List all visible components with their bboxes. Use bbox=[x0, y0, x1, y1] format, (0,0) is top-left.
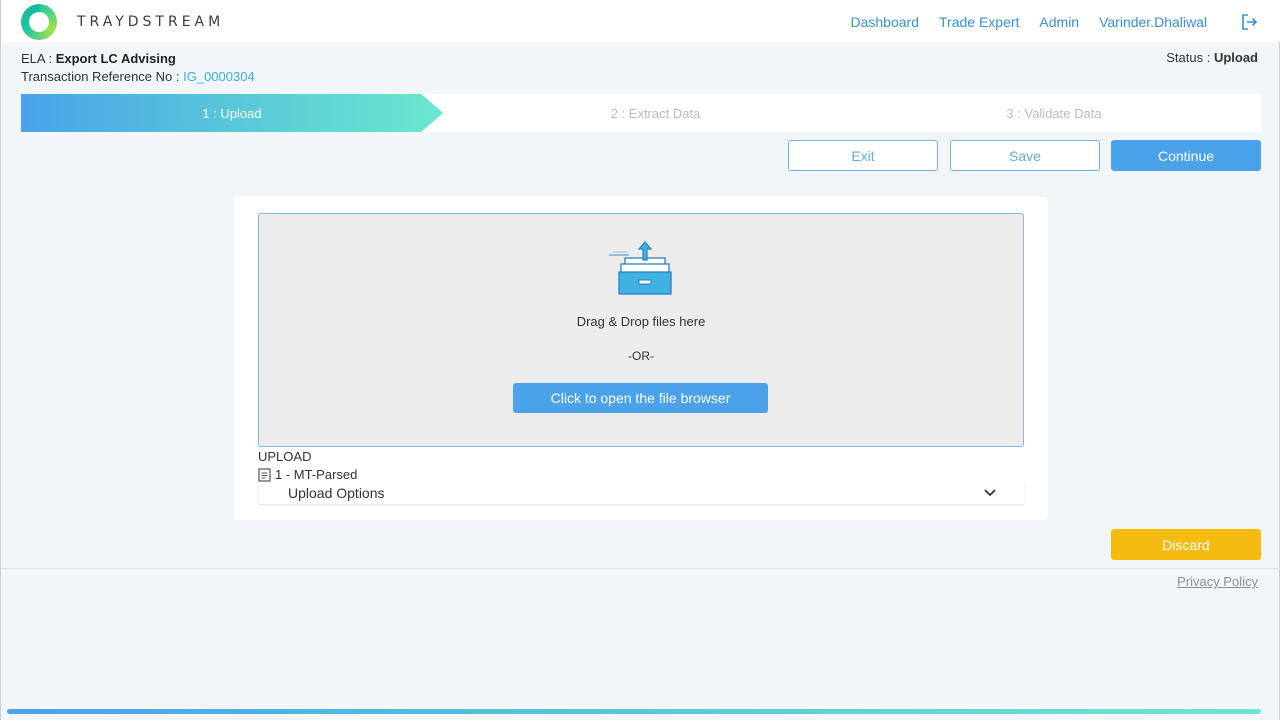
step-label: 2 : Extract Data bbox=[610, 105, 701, 121]
footer-gradient-bar bbox=[7, 709, 1261, 714]
upload-drawer-icon bbox=[609, 241, 672, 295]
file-dropzone[interactable]: Drag & Drop files here -OR- Click to ope… bbox=[258, 213, 1024, 447]
step-label: 3 : Validate Data bbox=[1006, 105, 1102, 121]
chevron-down-icon bbox=[984, 489, 996, 497]
step-validate-data[interactable]: 3 : Validate Data bbox=[847, 94, 1261, 132]
transaction-type-row: ELA : Export LC Advising bbox=[21, 50, 255, 68]
continue-button[interactable]: Continue bbox=[1111, 140, 1261, 171]
upload-options-dropdown[interactable]: Upload Options bbox=[258, 484, 1024, 504]
step-label: 1 : Upload bbox=[202, 105, 262, 121]
uploaded-file-label: 1 - MT-Parsed bbox=[275, 467, 358, 482]
brand-name: TRAYDSTREAM bbox=[77, 14, 225, 30]
save-button[interactable]: Save bbox=[950, 140, 1100, 171]
exit-button[interactable]: Exit bbox=[788, 140, 938, 171]
upload-section-title: UPLOAD bbox=[258, 449, 312, 464]
transaction-ref-value: IG_0000304 bbox=[183, 69, 255, 84]
nav-admin-link[interactable]: Admin bbox=[1039, 14, 1079, 30]
discard-button[interactable]: Discard bbox=[1111, 529, 1261, 560]
footer-divider bbox=[1, 568, 1280, 569]
progress-steps: 2 : Extract Data 3 : Validate Data 1 : U… bbox=[21, 94, 1261, 132]
nav-trade-expert-link[interactable]: Trade Expert bbox=[939, 14, 1019, 30]
nav-user-link[interactable]: Varinder.Dhaliwal bbox=[1099, 14, 1207, 30]
logout-icon[interactable] bbox=[1239, 12, 1259, 32]
open-file-browser-button[interactable]: Click to open the file browser bbox=[513, 383, 768, 413]
status-indicator: Status : Upload bbox=[1166, 50, 1258, 65]
status-value: Upload bbox=[1213, 50, 1258, 65]
transaction-type-label: ELA : bbox=[21, 51, 53, 66]
dropzone-text: Drag & Drop files here bbox=[576, 314, 706, 329]
uploaded-file-item[interactable]: 1 - MT-Parsed bbox=[258, 467, 357, 482]
privacy-policy-link[interactable]: Privacy Policy bbox=[1177, 574, 1258, 589]
dropzone-or-text: -OR- bbox=[628, 349, 654, 363]
document-icon bbox=[258, 467, 271, 482]
status-label: Status : bbox=[1166, 50, 1211, 65]
nav-dashboard-link[interactable]: Dashboard bbox=[851, 14, 920, 30]
main-nav: Dashboard Trade Expert Admin Varinder.Dh… bbox=[851, 14, 1208, 30]
step-extract-data[interactable]: 2 : Extract Data bbox=[423, 94, 888, 132]
step-upload[interactable]: 1 : Upload bbox=[21, 94, 443, 132]
transaction-info: ELA : Export LC Advising Transaction Ref… bbox=[21, 50, 255, 86]
transaction-ref-label: Transaction Reference No : bbox=[21, 69, 180, 84]
transaction-type-value: Export LC Advising bbox=[55, 51, 176, 66]
transaction-ref-row: Transaction Reference No : IG_0000304 bbox=[21, 68, 255, 86]
top-bar: TRAYDSTREAM Dashboard Trade Expert Admin… bbox=[1, 0, 1280, 42]
logo-ring-icon bbox=[21, 4, 57, 40]
upload-options-label: Upload Options bbox=[288, 485, 385, 501]
brand-logo[interactable]: TRAYDSTREAM bbox=[21, 4, 224, 40]
upload-card: Drag & Drop files here -OR- Click to ope… bbox=[234, 197, 1048, 520]
